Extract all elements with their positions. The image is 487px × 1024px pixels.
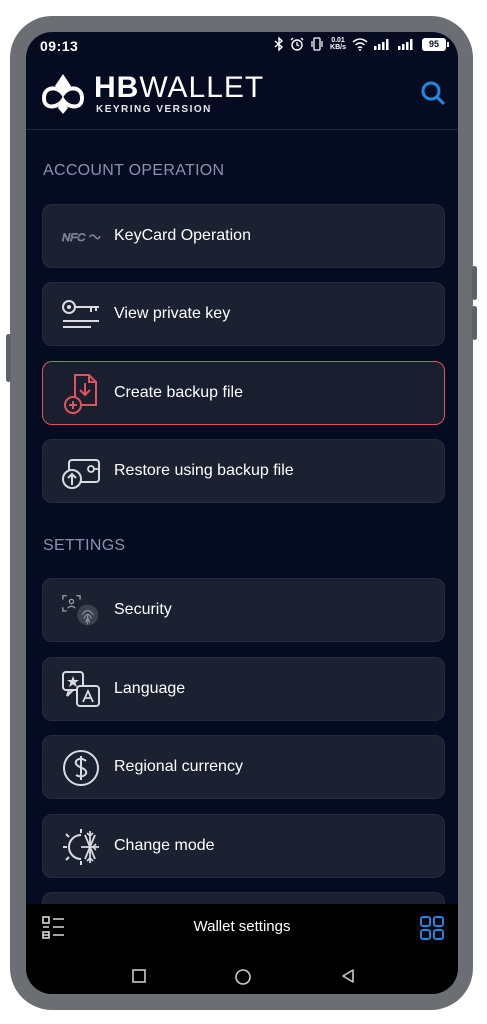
menu-item-security[interactable]: Security (42, 578, 445, 642)
key-icon (61, 295, 101, 335)
menu-item-keycard-operation[interactable]: NFC KeyCard Operation (42, 204, 445, 268)
menu-item-label: Security (114, 601, 172, 618)
app-header: HBWALLET KEYRING VERSION (26, 58, 458, 130)
wifi-icon (352, 37, 368, 51)
system-nav-bar (26, 964, 458, 994)
menu-item-label: Language (114, 680, 186, 697)
menu-item-view-private-key[interactable]: View private key (42, 282, 445, 346)
status-bar: 09:13 0.01 KB/s 95 (26, 32, 458, 58)
fingerprint-icon (61, 591, 101, 631)
bottom-bar: Wallet settings (26, 904, 458, 994)
sun-snow-icon (61, 827, 101, 867)
battery-indicator: 95 (422, 37, 449, 51)
nfc-text: NFC (62, 232, 86, 244)
menu-item-restore-backup-file[interactable]: Restore using backup file (42, 439, 445, 503)
nfc-icon: NFC (61, 217, 101, 257)
net-speed-unit: KB/s (330, 44, 346, 51)
section-title-settings: SETTINGS (43, 537, 126, 554)
menu-item-change-mode[interactable]: Change mode (42, 814, 445, 878)
logo-text-bold: HB (94, 71, 140, 104)
bluetooth-icon (274, 37, 284, 51)
side-button-right-top (472, 266, 477, 300)
home-circle-icon[interactable] (234, 968, 252, 986)
side-button-right-bottom (472, 306, 477, 340)
restore-icon (61, 452, 101, 492)
menu-item-label: Change mode (114, 837, 215, 854)
backup-file-icon (61, 374, 101, 414)
grid-icon[interactable] (420, 916, 444, 940)
menu-item-label: Create backup file (114, 384, 243, 401)
hb-wallet-logo: HBWALLET KEYRING VERSION (40, 72, 264, 116)
infinity-logo-icon (41, 74, 85, 114)
logo-subtitle: KEYRING VERSION (96, 104, 212, 115)
signal-icon-2 (398, 39, 413, 50)
dollar-icon (61, 748, 101, 788)
back-triangle-icon[interactable] (340, 968, 356, 984)
menu-item-label: KeyCard Operation (114, 227, 251, 244)
language-icon (61, 670, 101, 710)
alarm-icon (290, 37, 304, 51)
status-time: 09:13 (40, 38, 79, 54)
logo-text-light: WALLET (139, 71, 265, 104)
vibrate-icon (311, 37, 323, 51)
recents-square-icon[interactable] (131, 968, 147, 984)
menu-item-label: Regional currency (114, 758, 243, 775)
status-icons: 0.01 KB/s 95 (274, 37, 449, 51)
menu-item-regional-currency[interactable]: Regional currency (42, 735, 445, 799)
menu-item-label: View private key (114, 305, 231, 322)
menu-item-language[interactable]: Language (42, 657, 445, 721)
net-speed: 0.01 KB/s (330, 37, 346, 51)
menu-item-label: Restore using backup file (114, 462, 294, 479)
section-title-account-operation: ACCOUNT OPERATION (43, 162, 225, 179)
bottom-bar-title: Wallet settings (193, 918, 291, 935)
net-speed-value: 0.01 (331, 37, 345, 44)
menu-item-create-backup-file[interactable]: Create backup file (42, 361, 445, 425)
side-button-left (6, 334, 11, 382)
search-icon[interactable] (420, 80, 446, 106)
signal-icon-1 (374, 39, 389, 50)
screen: 09:13 0.01 KB/s 95 HBWALLET KEYRING VERS… (26, 32, 458, 994)
